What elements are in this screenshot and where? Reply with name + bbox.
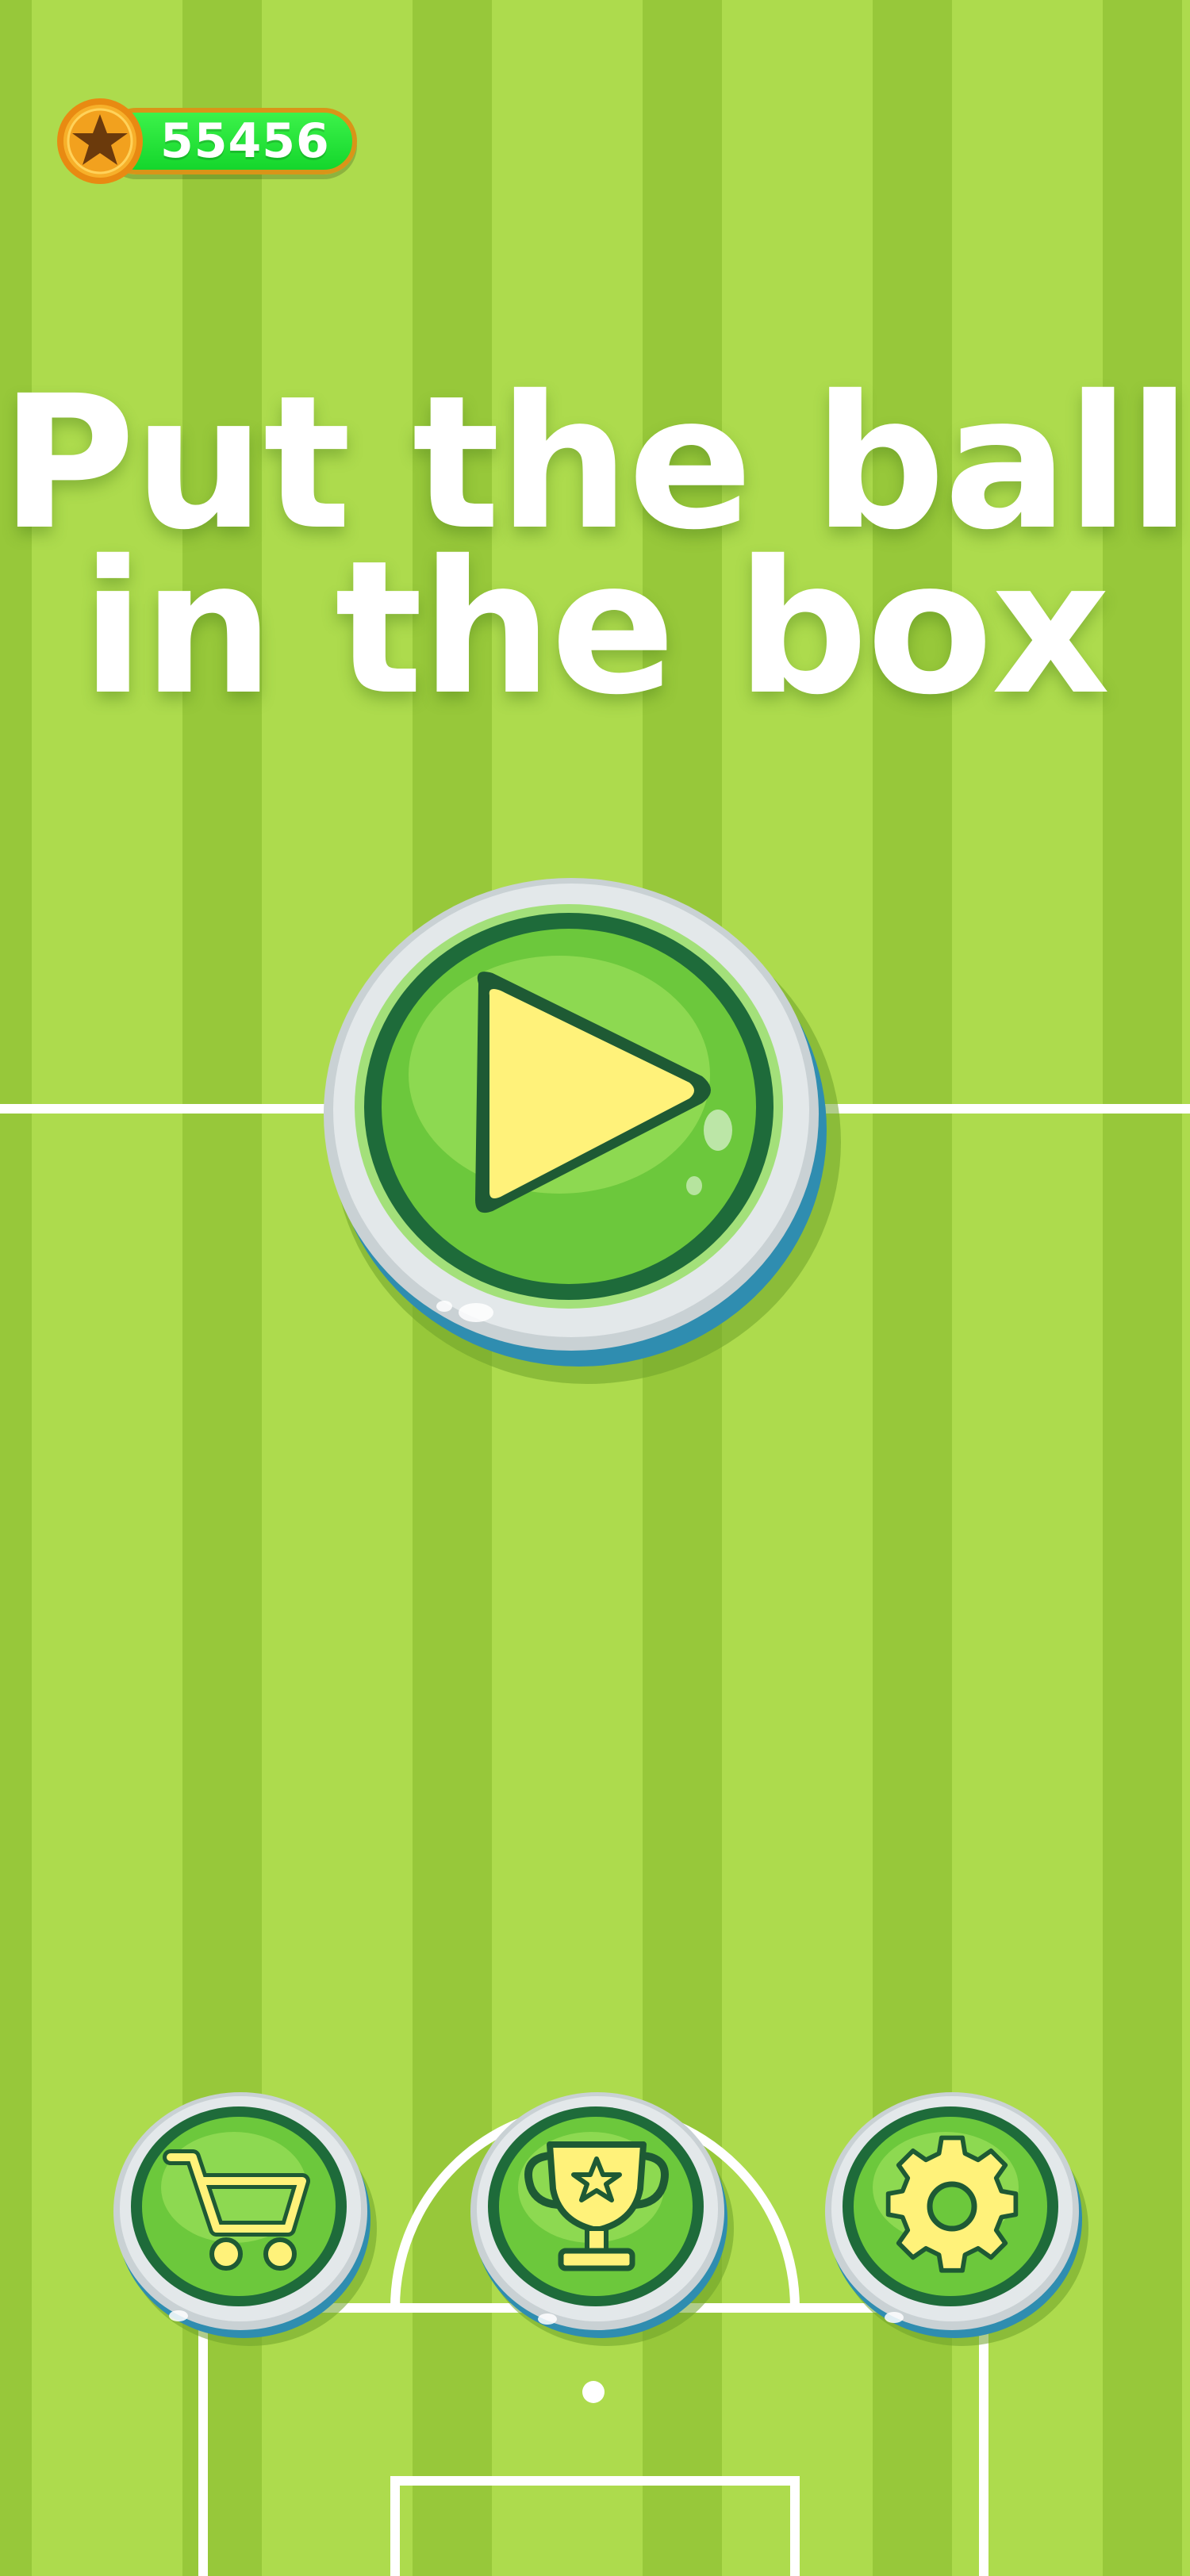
settings-button[interactable]: [819, 2086, 1096, 2356]
play-button[interactable]: [305, 868, 845, 1392]
game-title: Put the ball in the box: [0, 371, 1190, 735]
coin-counter: 55456: [56, 97, 365, 186]
title-line-2: in the box: [81, 521, 1111, 735]
shopping-cart-icon: [113, 2092, 377, 2346]
shop-button[interactable]: [107, 2086, 385, 2356]
coin-count: 55456: [160, 113, 330, 169]
star-coin-icon: [57, 98, 143, 184]
trophy-icon: [470, 2092, 734, 2346]
play-icon: [324, 878, 841, 1384]
gear-icon: [825, 2092, 1088, 2346]
leaderboard-button[interactable]: [464, 2086, 742, 2356]
